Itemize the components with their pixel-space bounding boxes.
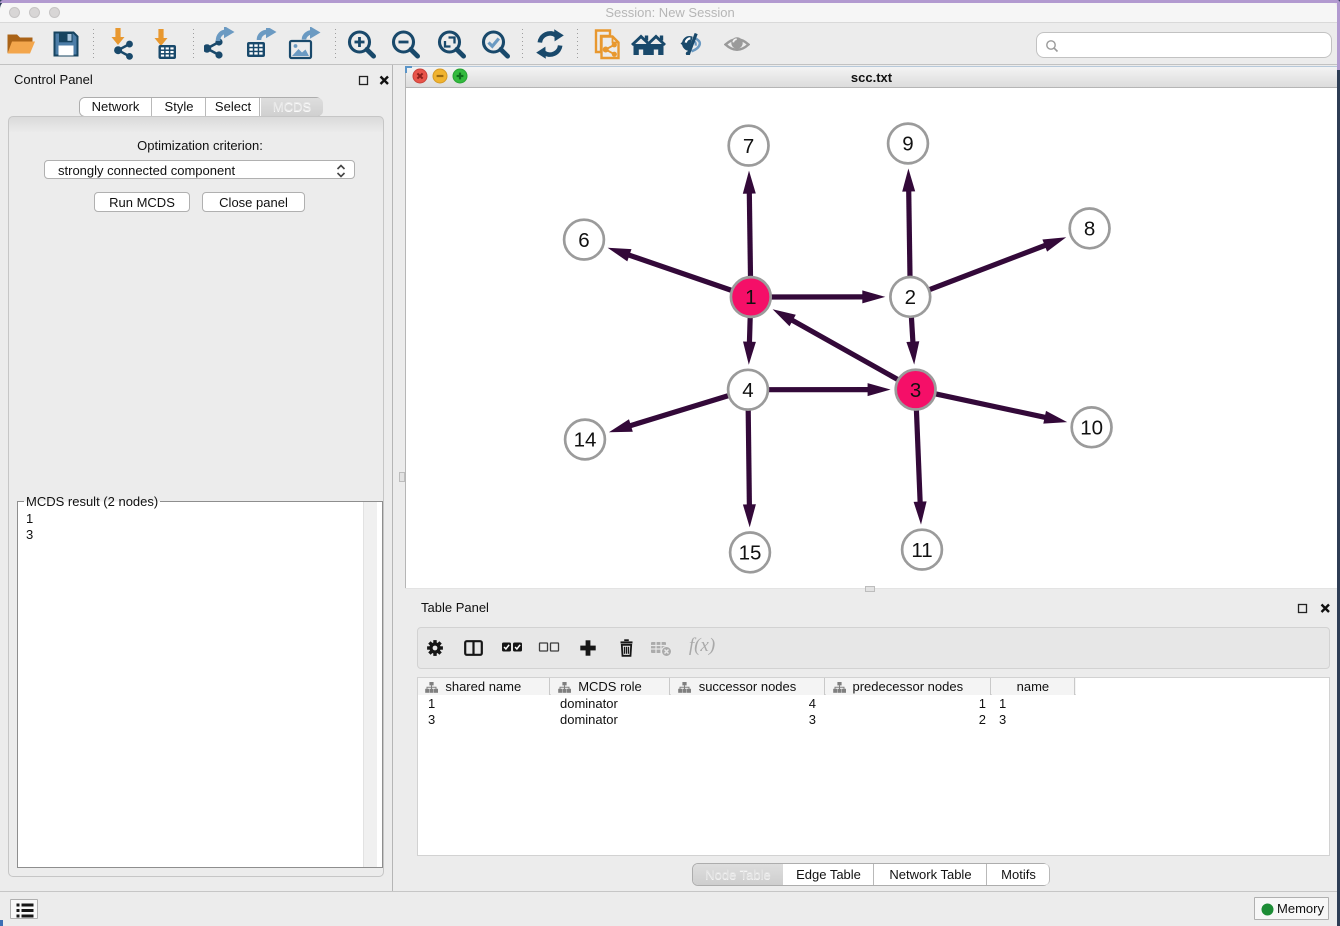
svg-text:11: 11	[911, 539, 932, 562]
svg-text:6: 6	[578, 229, 589, 252]
svg-text:7: 7	[743, 135, 754, 158]
svg-text:8: 8	[1084, 218, 1095, 241]
svg-text:15: 15	[739, 542, 762, 565]
svg-text:3: 3	[910, 379, 921, 402]
svg-text:9: 9	[902, 133, 913, 156]
svg-text:14: 14	[574, 429, 597, 452]
svg-text:1: 1	[745, 286, 756, 309]
svg-text:2: 2	[905, 286, 916, 309]
svg-text:4: 4	[742, 379, 753, 402]
svg-text:10: 10	[1080, 417, 1103, 440]
